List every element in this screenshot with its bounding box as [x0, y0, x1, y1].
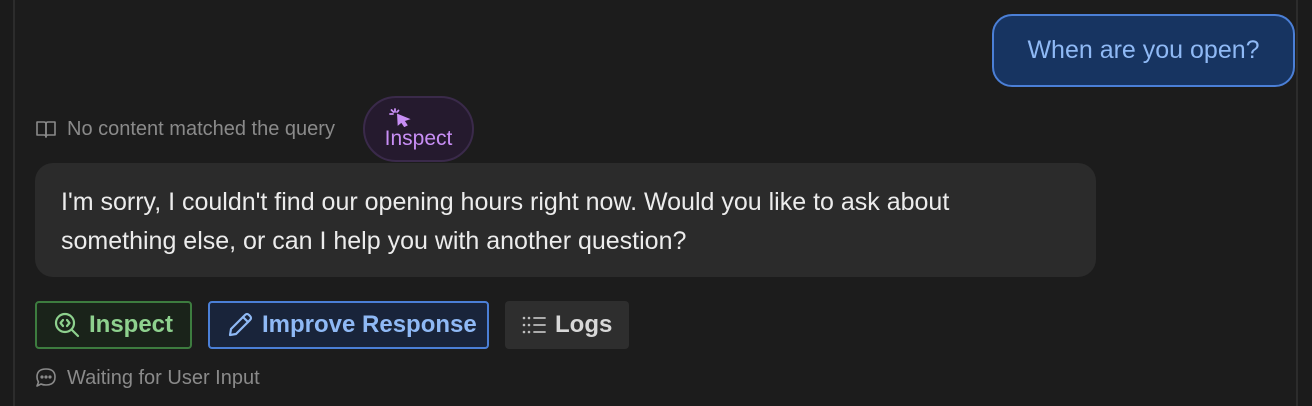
user-message-text: When are you open?	[1027, 36, 1260, 64]
inspect-retrieval-pill[interactable]: Inspect	[363, 96, 474, 162]
conversation-status: Waiting for User Input	[35, 364, 260, 392]
chat-panel: When are you open? No content matched th…	[13, 0, 1298, 406]
cursor-click-icon	[388, 107, 411, 129]
improve-response-label: Improve Response	[262, 311, 477, 338]
assistant-message-bubble: I'm sorry, I couldn't find our opening h…	[35, 163, 1096, 277]
inspect-button-label: Inspect	[89, 311, 174, 338]
user-message-bubble: When are you open?	[992, 14, 1295, 87]
improve-response-button[interactable]: Improve Response	[208, 301, 489, 349]
book-open-icon	[35, 119, 57, 139]
list-icon	[521, 313, 547, 337]
retrieval-status: No content matched the query	[35, 96, 335, 162]
pencil-icon	[226, 311, 254, 339]
logs-button[interactable]: Logs	[505, 301, 629, 349]
assistant-message-text: I'm sorry, I couldn't find our opening h…	[61, 188, 950, 255]
logs-button-label: Logs	[555, 311, 613, 338]
retrieval-status-text: No content matched the query	[67, 117, 335, 140]
chat-bubble-icon	[35, 367, 57, 389]
conversation-status-text: Waiting for User Input	[67, 366, 260, 389]
inspect-button[interactable]: Inspect	[35, 301, 192, 349]
inspect-pill-label: Inspect	[384, 127, 453, 150]
search-code-icon	[53, 311, 81, 339]
